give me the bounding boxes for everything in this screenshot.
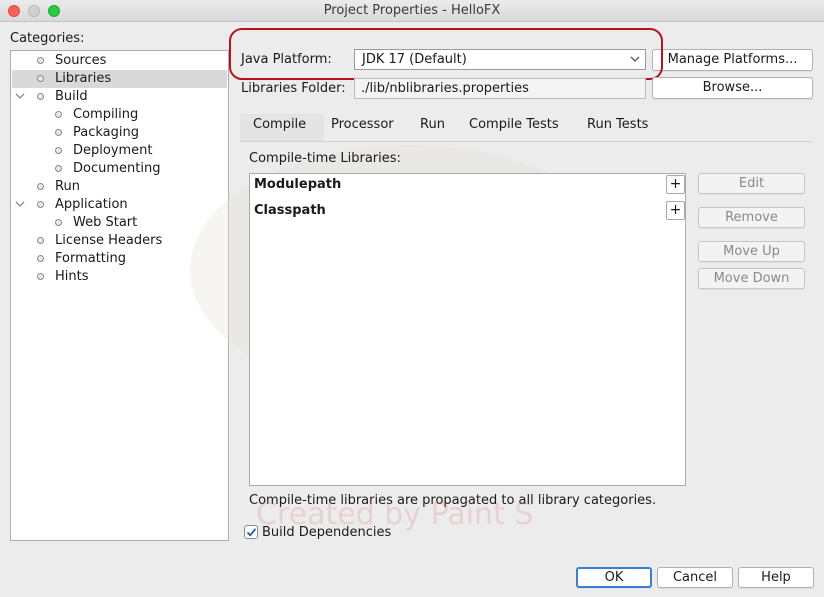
tree-item-label: Deployment [73,143,153,158]
leaf-bullet-icon [55,129,62,136]
tree-item-build[interactable]: Build [12,88,227,106]
tree-item-label: Libraries [55,71,112,86]
classpath-heading: Classpath [254,203,326,218]
tab-run-tests[interactable]: Run Tests [587,117,648,139]
build-dependencies-checkbox[interactable] [244,525,258,539]
move-up-button[interactable]: Move Up [698,241,805,262]
tree-item-label: Compiling [73,107,139,122]
leaf-bullet-icon [55,219,62,226]
leaf-bullet-icon [37,183,44,190]
tree-item-label: Hints [55,269,89,284]
tree-item-label: License Headers [55,233,163,248]
help-button[interactable]: Help [738,567,814,588]
node-bullet-icon [37,201,44,208]
leaf-bullet-icon [37,57,44,64]
remove-button[interactable]: Remove [698,207,805,228]
tree-item-label: Application [55,197,128,212]
tree-item-label: Web Start [73,215,138,230]
compile-note: Compile-time libraries are propagated to… [249,493,657,508]
leaf-bullet-icon [55,111,62,118]
libraries-folder-value: ./lib/nblibraries.properties [361,81,529,96]
checkmark-icon [246,528,257,537]
compile-libraries-list[interactable]: Modulepath + Classpath + [249,173,686,486]
leaf-bullet-icon [55,165,62,172]
annotation-highlight [229,28,663,80]
tree-item-label: Run [55,179,80,194]
chevron-down-icon[interactable] [15,88,27,104]
compile-libraries-label: Compile-time Libraries: [249,151,401,166]
leaf-bullet-icon [55,147,62,154]
add-modulepath-button[interactable]: + [666,175,685,194]
modulepath-heading: Modulepath [254,177,342,192]
chevron-down-icon[interactable] [15,196,27,212]
tab-compile-tests[interactable]: Compile Tests [469,117,559,139]
tab-compile[interactable]: Compile [253,117,306,139]
cancel-button[interactable]: Cancel [657,567,733,588]
window-title: Project Properties - HelloFX [323,3,501,18]
tree-item-sources[interactable]: Sources [12,52,227,70]
tree-item-libraries[interactable]: Libraries [12,70,227,88]
node-bullet-icon [37,93,44,100]
tree-item-label: Build [55,89,88,104]
tree-item-label: Formatting [55,251,127,266]
manage-platforms-button[interactable]: Manage Platforms... [652,49,813,71]
browse-button[interactable]: Browse... [652,77,813,99]
title-bar: Project Properties - HelloFX [0,0,824,22]
libraries-folder-label: Libraries Folder: [241,81,346,96]
leaf-bullet-icon [37,255,44,262]
move-down-button[interactable]: Move Down [698,268,805,289]
leaf-bullet-icon [37,273,44,280]
leaf-bullet-icon [37,75,44,82]
tree-item-label: Sources [55,53,107,68]
tab-run[interactable]: Run [420,117,445,139]
edit-button[interactable]: Edit [698,173,805,194]
libraries-folder-field[interactable]: ./lib/nblibraries.properties [354,78,646,99]
tree-item-compiling[interactable]: Compiling [12,106,227,124]
ok-button[interactable]: OK [576,567,652,588]
add-classpath-button[interactable]: + [666,201,685,220]
tab-divider [240,141,812,142]
tree-item-label: Documenting [73,161,161,176]
tab-processor[interactable]: Processor [331,117,394,139]
build-dependencies-label: Build Dependencies [262,525,392,540]
categories-label: Categories: [10,31,85,46]
leaf-bullet-icon [37,237,44,244]
tree-item-label: Packaging [73,125,139,140]
